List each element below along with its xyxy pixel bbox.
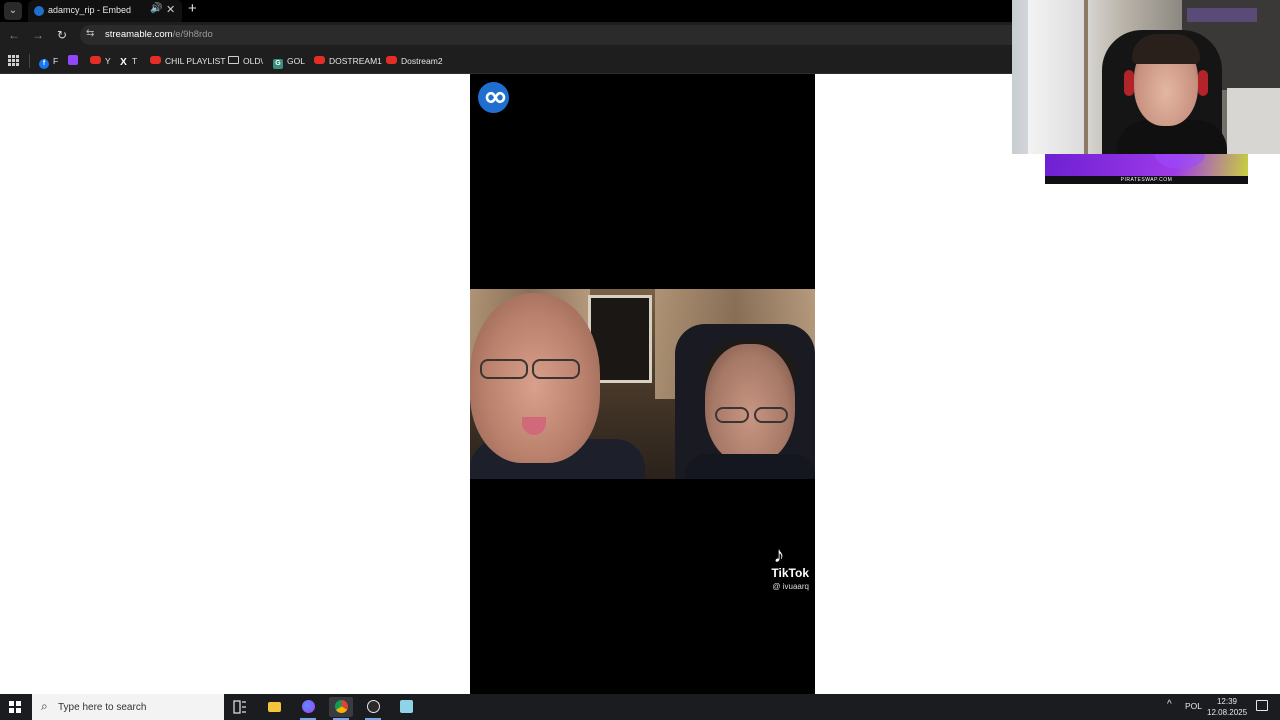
glasses-left-2 (532, 359, 580, 379)
tab-title: adamcy_rip - Embed (48, 5, 132, 15)
bookmark-label: Dostream2 (401, 56, 443, 66)
bookmark-t[interactable]: XT (119, 54, 137, 68)
system-clock[interactable]: 12:39 12.08.2025 (1207, 696, 1247, 718)
webcam-person-hair (1132, 34, 1200, 64)
url-text: streamable.com/e/9h8rdo (105, 29, 213, 40)
glasses-left (480, 359, 528, 379)
bookmark-chil-playlist[interactable]: CHIL PLAYLIST (150, 54, 225, 68)
bookmark-gol[interactable]: G GOL (273, 54, 305, 69)
tiktok-brand: TikTok (771, 566, 809, 580)
windows-start-icon[interactable] (9, 701, 21, 713)
search-icon: ⌕ (41, 699, 48, 713)
apps-grid-icon[interactable] (8, 55, 19, 66)
task-view-icon (233, 700, 246, 714)
person-right-face (705, 344, 795, 464)
streamable-favicon-icon (34, 6, 44, 16)
bookmark-label: DOSTREAM1 (329, 56, 382, 66)
bookmark-label: Y (105, 56, 111, 66)
tiktok-icon: ♪ (773, 542, 785, 567)
folder-icon (268, 702, 281, 712)
headset-right (1198, 70, 1208, 96)
back-button[interactable]: ← (5, 26, 23, 44)
tray-overflow-icon[interactable]: ^ (1167, 699, 1172, 710)
forward-button[interactable]: → (29, 26, 47, 44)
bookmark-folder-old[interactable]: OLD\ (228, 54, 263, 68)
task-view-button[interactable] (228, 697, 252, 717)
taskbar-notes[interactable] (394, 697, 418, 717)
tiktok-handle: @ ivuaarq (772, 582, 809, 591)
bookmark-label: GOL (287, 56, 305, 66)
webcam-couch (1227, 88, 1280, 154)
youtube-icon (386, 56, 397, 64)
notes-icon (400, 700, 413, 713)
ad-domain: PIRATESWAP.COM (1045, 176, 1248, 184)
tab-active[interactable]: adamcy_rip - Embed 🔊 ✕ (28, 0, 182, 22)
youtube-icon (314, 56, 325, 64)
site-info-icon[interactable]: ⇆ (86, 28, 94, 39)
screen: ⌄ adamcy_rip - Embed 🔊 ✕ + ← → ↻ ⇆ strea… (0, 0, 1280, 720)
bookmark-label: F (53, 56, 59, 66)
glasses-right (715, 407, 749, 423)
webcam-window (1028, 0, 1088, 154)
taskbar-messenger[interactable] (296, 697, 320, 720)
tab-audio-icon[interactable]: 🔊 (150, 3, 162, 14)
bookmark-label: CHIL PLAYLIST (165, 56, 226, 66)
taskbar-search[interactable]: ⌕ (32, 694, 224, 720)
bookmark-twitch[interactable] (68, 54, 82, 68)
youtube-icon (90, 56, 101, 64)
bookmark-y[interactable]: Y (90, 54, 111, 68)
video-frame (470, 289, 815, 479)
glasses-right-2 (754, 407, 788, 423)
new-tab-button[interactable]: + (188, 0, 197, 17)
tab-search-button[interactable]: ⌄ (4, 2, 22, 20)
streamable-logo-icon[interactable] (478, 82, 509, 113)
url-path: /e/9h8rdo (172, 29, 213, 40)
bookmark-label: T (132, 56, 138, 66)
notification-center-icon[interactable] (1256, 700, 1268, 711)
bookmark-dostream1[interactable]: DOSTREAM1 (314, 54, 382, 68)
video-player[interactable]: ♪ TikTok @ ivuaarq (470, 74, 815, 694)
infinity-icon (485, 91, 506, 104)
person-right-body (685, 454, 815, 479)
input-language[interactable]: POL (1185, 701, 1202, 711)
tab-close-icon[interactable]: ✕ (166, 3, 175, 16)
folder-icon (228, 56, 239, 64)
chrome-icon (335, 700, 348, 713)
twitch-icon (68, 55, 78, 65)
obs-icon (367, 700, 380, 713)
tiktok-watermark: ♪ TikTok @ ivuaarq (749, 542, 809, 592)
headset-left (1124, 70, 1134, 96)
bookmarks-divider (29, 54, 30, 68)
bookmark-label: OLD\ (243, 56, 263, 66)
x-icon: X (120, 57, 127, 68)
clock-time: 12:39 (1216, 697, 1238, 706)
address-bar[interactable]: ⇆ streamable.com/e/9h8rdo (80, 25, 1020, 45)
clock-date: 12.08.2025 (1207, 708, 1248, 717)
search-input[interactable] (58, 699, 218, 715)
webcam-shelf (1187, 8, 1257, 22)
reload-button[interactable]: ↻ (53, 26, 71, 44)
youtube-icon (150, 56, 161, 64)
webcam-overlay (1012, 0, 1280, 154)
bookmark-f[interactable]: fF (39, 54, 59, 69)
taskbar-file-explorer[interactable] (262, 697, 286, 717)
taskbar-chrome[interactable] (329, 697, 353, 720)
facebook-icon: f (39, 59, 49, 69)
taskbar-obs[interactable] (361, 697, 385, 720)
url-host: streamable.com (105, 29, 173, 40)
bookmark-dostream2[interactable]: Dostream2 (386, 54, 443, 68)
taskbar: ⌕ ^ POL (0, 694, 1280, 720)
messenger-icon (302, 700, 315, 713)
gol-icon: G (273, 59, 283, 69)
